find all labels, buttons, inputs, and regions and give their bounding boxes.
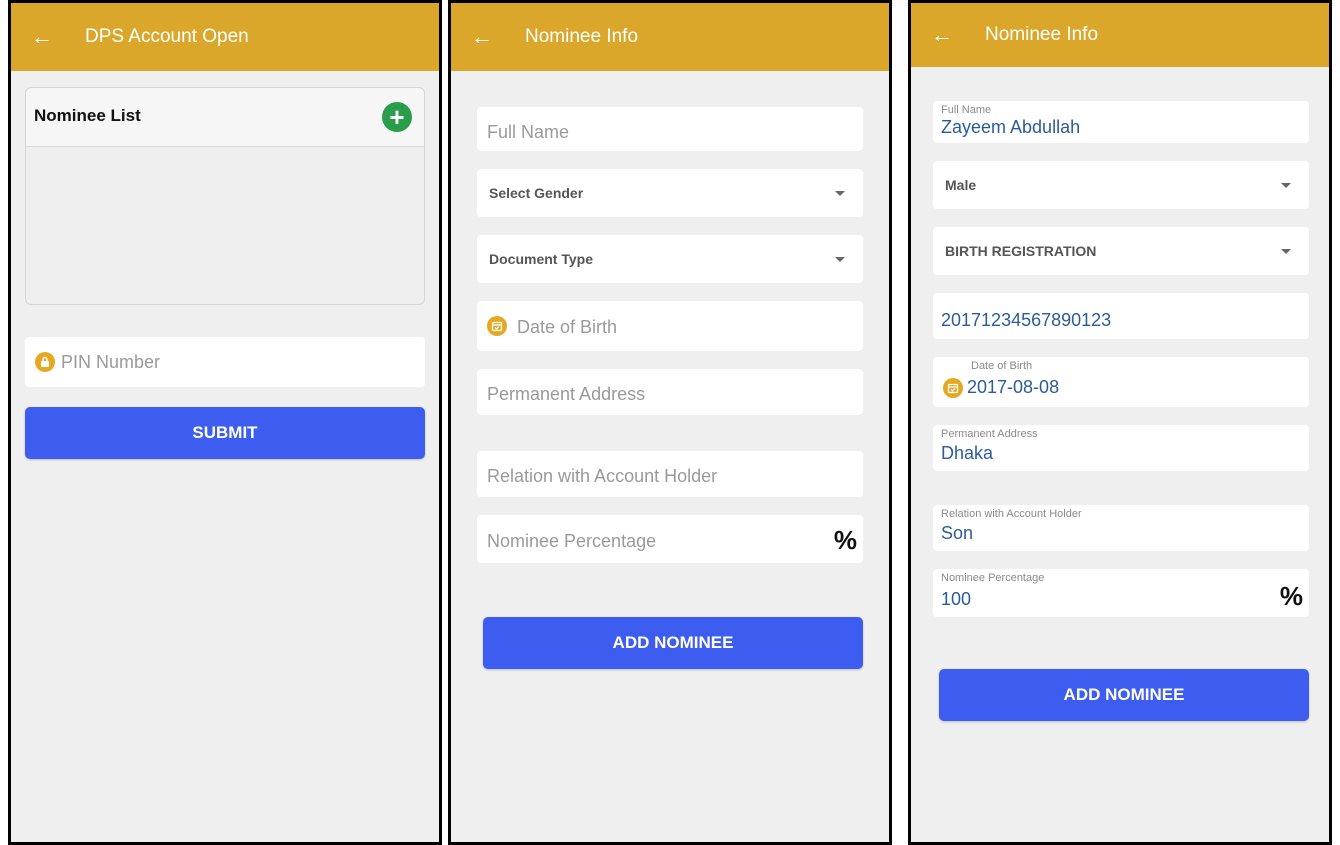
nominee-percentage-input[interactable]: Nominee Percentage 100 % xyxy=(933,569,1309,617)
chevron-down-icon xyxy=(835,191,845,196)
chevron-down-icon xyxy=(1281,183,1291,188)
document-number-value: 20171234567890123 xyxy=(941,310,1112,330)
submit-button[interactable]: SUBMIT xyxy=(25,407,425,459)
date-of-birth-value: 2017-08-08 xyxy=(967,377,1060,397)
gender-select[interactable]: Select Gender xyxy=(477,169,863,217)
gender-select[interactable]: Male xyxy=(933,161,1309,209)
pin-input[interactable]: PIN Number xyxy=(25,337,425,387)
page-title: Nominee Info xyxy=(985,24,1099,45)
document-type-value: BIRTH REGISTRATION xyxy=(945,243,1097,259)
permanent-address-label: Permanent Address xyxy=(941,428,1038,440)
permanent-address-value: Dhaka xyxy=(941,443,994,463)
document-type-select[interactable]: BIRTH REGISTRATION xyxy=(933,227,1309,275)
nominee-percentage-placeholder: Nominee Percentage xyxy=(487,531,657,551)
full-name-input[interactable]: Full Name xyxy=(477,107,863,151)
add-nominee-button[interactable]: ADD NOMINEE xyxy=(483,617,863,669)
back-arrow-icon[interactable]: ← xyxy=(471,3,493,71)
nominee-percentage-value: 100 xyxy=(941,589,972,609)
back-arrow-icon[interactable]: ← xyxy=(31,3,53,71)
screen-nominee-info-empty: ← Nominee Info Full Name Select Gender D… xyxy=(448,0,892,845)
nominee-percentage-label: Nominee Percentage xyxy=(941,572,1045,584)
nominee-list-label: Nominee List xyxy=(34,106,141,125)
app-bar: ← DPS Account Open xyxy=(11,3,439,71)
nominee-list-card: Nominee List + xyxy=(25,87,425,305)
document-type-placeholder: Document Type xyxy=(489,251,593,267)
date-of-birth-label: Date of Birth xyxy=(971,360,1033,372)
percent-symbol: % xyxy=(833,525,857,555)
date-of-birth-input[interactable]: Date of Birth 2017-08-08 xyxy=(933,357,1309,407)
permanent-address-input[interactable]: Permanent Address xyxy=(477,369,863,415)
date-of-birth-placeholder: Date of Birth xyxy=(517,317,618,337)
relation-input[interactable]: Relation with Account Holder Son xyxy=(933,505,1309,551)
page-title: DPS Account Open xyxy=(85,26,249,47)
relation-value: Son xyxy=(941,523,974,543)
app-bar: ← Nominee Info xyxy=(451,3,889,71)
relation-placeholder: Relation with Account Holder xyxy=(487,466,718,486)
full-name-label: Full Name xyxy=(941,104,992,116)
full-name-input[interactable]: Full Name Zayeem Abdullah xyxy=(933,101,1309,143)
permanent-address-input[interactable]: Permanent Address Dhaka xyxy=(933,425,1309,471)
gender-placeholder: Select Gender xyxy=(489,185,584,201)
back-arrow-icon[interactable]: ← xyxy=(931,3,953,67)
lock-icon xyxy=(35,352,55,372)
document-number-input[interactable]: 20171234567890123 xyxy=(933,293,1309,339)
content-area: Nominee List + PIN Number SUBMIT xyxy=(11,71,439,842)
nominee-list-header: Nominee List + xyxy=(26,88,424,147)
chevron-down-icon xyxy=(1281,249,1291,254)
nominee-percentage-input[interactable]: Nominee Percentage % xyxy=(477,515,863,563)
add-nominee-button[interactable]: ADD NOMINEE xyxy=(939,669,1309,721)
add-nominee-icon[interactable]: + xyxy=(382,102,412,132)
screen-nominee-info-filled: ← Nominee Info Full Name Zayeem Abdullah… xyxy=(908,0,1332,845)
document-type-select[interactable]: Document Type xyxy=(477,235,863,283)
chevron-down-icon xyxy=(835,257,845,262)
full-name-value: Zayeem Abdullah xyxy=(941,117,1081,137)
permanent-address-placeholder: Permanent Address xyxy=(487,384,646,404)
relation-input[interactable]: Relation with Account Holder xyxy=(477,451,863,497)
page-title: Nominee Info xyxy=(525,26,639,47)
pin-placeholder: PIN Number xyxy=(61,352,161,372)
percent-symbol: % xyxy=(1279,581,1303,611)
content-area: Full Name Select Gender Document Type Da… xyxy=(451,73,889,842)
date-of-birth-input[interactable]: Date of Birth xyxy=(477,301,863,351)
calendar-icon xyxy=(943,378,963,398)
calendar-icon xyxy=(487,316,507,336)
content-area: Full Name Zayeem Abdullah Male BIRTH REG… xyxy=(911,67,1329,842)
relation-label: Relation with Account Holder xyxy=(941,508,1082,520)
app-bar: ← Nominee Info xyxy=(911,3,1329,67)
screen-dps-account-open: ← DPS Account Open Nominee List + PIN Nu… xyxy=(8,0,442,845)
full-name-placeholder: Full Name xyxy=(487,122,570,142)
gender-value: Male xyxy=(945,177,977,193)
